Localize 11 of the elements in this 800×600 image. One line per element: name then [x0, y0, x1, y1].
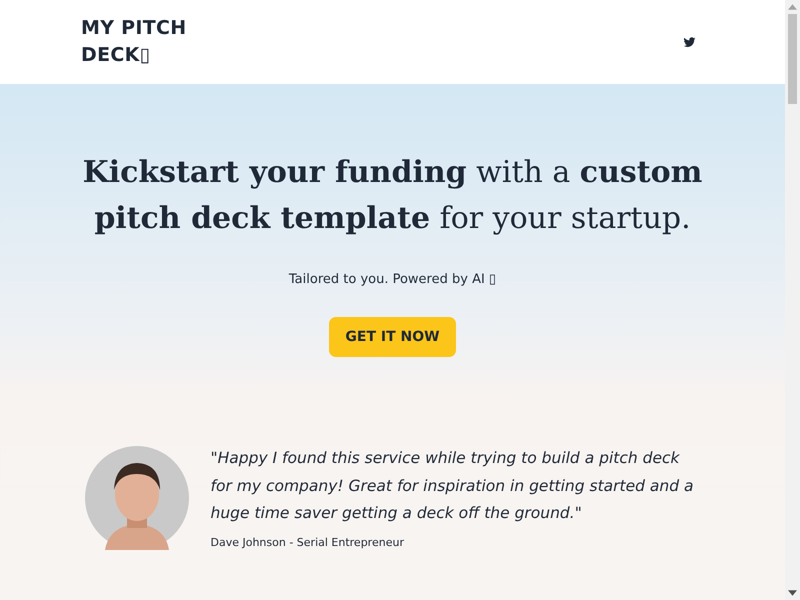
- tagline: Tailored to you. Powered by AI ▯: [288, 272, 496, 287]
- hero-headline: Kickstart your funding with a custom pitch deck template for your startup.: [82, 154, 704, 238]
- get-it-now-button[interactable]: GET IT NOW: [329, 317, 456, 357]
- scroll-down-icon[interactable]: [788, 590, 797, 596]
- testimonial-quote: "Happy I found this service while trying to build a pitch deck for my company! Great for inspiration in getting started and a huge time saver getting a deck off the ground.": [210, 448, 694, 524]
- site-logo[interactable]: MY PITCH DECK▯: [81, 15, 211, 69]
- scrollbar-thumb[interactable]: [788, 14, 797, 104]
- scroll-up-icon[interactable]: [788, 4, 797, 10]
- scrollbar-track[interactable]: [785, 0, 800, 600]
- testimonial-author: Dave Johnson - Serial Entrepreneur: [210, 536, 405, 548]
- bird-icon[interactable]: [682, 36, 697, 48]
